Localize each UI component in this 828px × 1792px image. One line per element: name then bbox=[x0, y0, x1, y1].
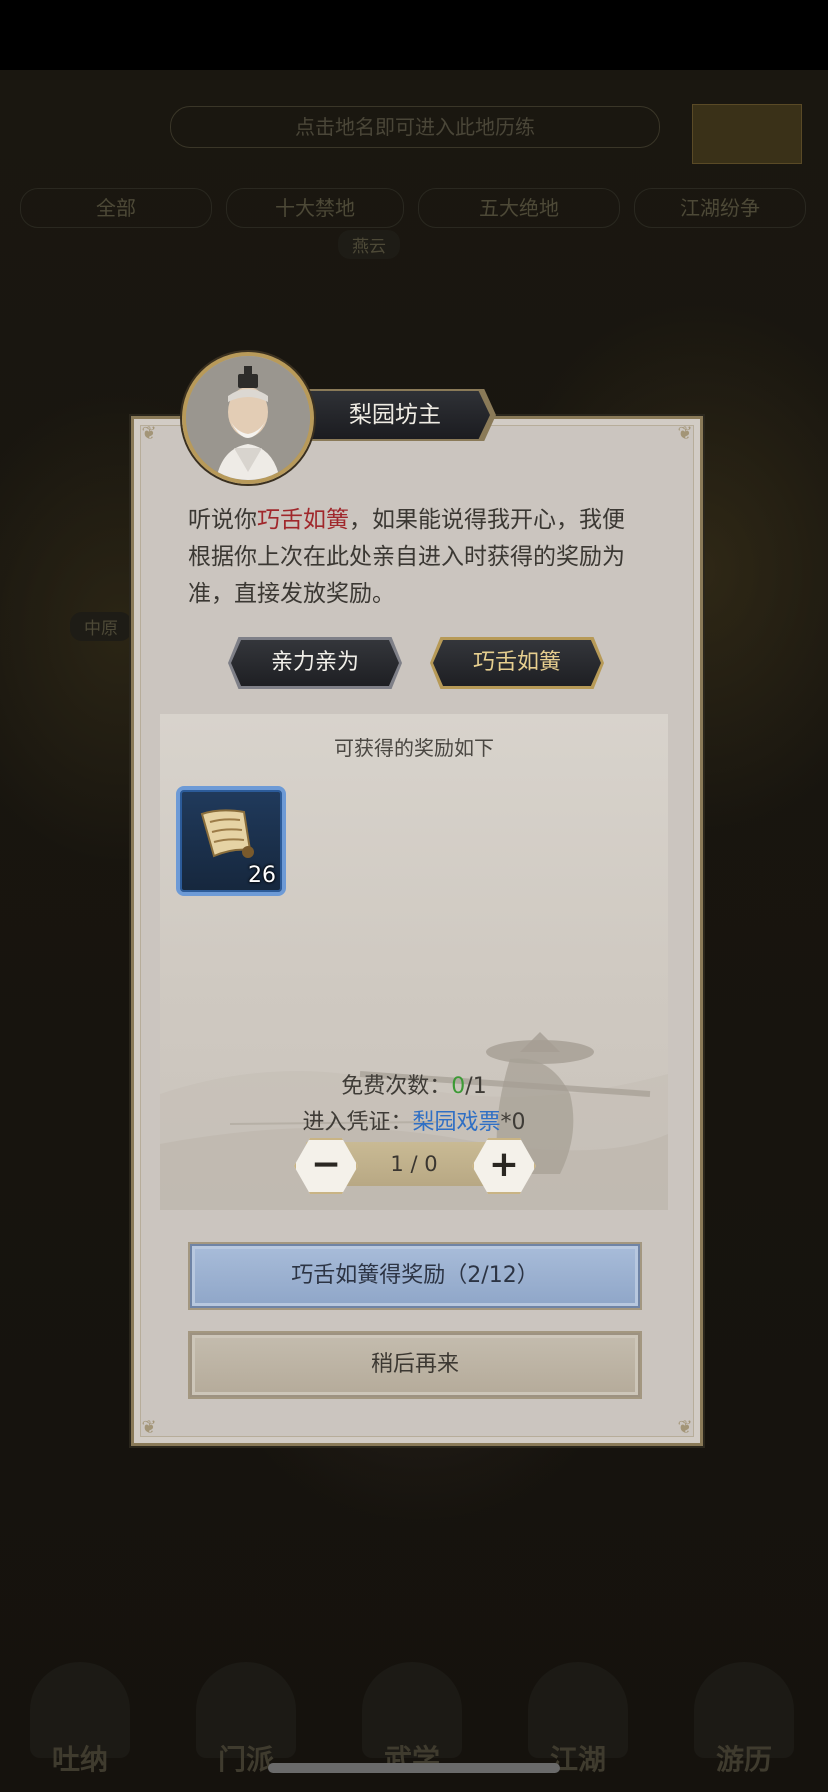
reward-panel: 可获得的奖励如下 26 免费次数：0/1 进入凭证：梨园戏票*0 1 / 0 −… bbox=[160, 714, 668, 1210]
status-bar bbox=[0, 0, 828, 70]
mode-button-label: 巧舌如簧 bbox=[472, 650, 561, 675]
tab-all-label: 全部 bbox=[96, 196, 136, 220]
nav-youli[interactable]: 游历 bbox=[684, 1662, 804, 1782]
npc-portrait-icon bbox=[186, 356, 310, 480]
corner-ornament-icon: ❦ bbox=[141, 423, 157, 444]
map-scroll-button[interactable] bbox=[692, 104, 802, 164]
claim-reward-button[interactable]: 巧舌如簧得奖励（2/12） bbox=[190, 1244, 640, 1308]
nav-label: 游历 bbox=[715, 1743, 772, 1776]
npc-name: 梨园坊主 bbox=[349, 402, 441, 428]
entry-ticket-count: *0 bbox=[500, 1110, 526, 1135]
entry-ticket-name[interactable]: 梨园戏票 bbox=[413, 1110, 501, 1135]
map-location-label: 燕云 bbox=[352, 237, 386, 257]
corner-ornament-icon: ❦ bbox=[677, 1417, 693, 1438]
desc-highlight: 巧舌如簧 bbox=[257, 507, 349, 533]
map-location-label: 中原 bbox=[84, 619, 118, 639]
later-button[interactable]: 稍后再来 bbox=[190, 1333, 640, 1397]
map-hint-text: 点击地名即可进入此地历练 bbox=[295, 115, 535, 139]
dialog-description: 听说你巧舌如簧，如果能说得我开心，我便根据你上次在此处亲自进入时获得的奖励为准，… bbox=[188, 502, 640, 613]
nav-tuna[interactable]: 吐纳 bbox=[20, 1662, 140, 1782]
free-attempts-used: 0 bbox=[451, 1074, 466, 1099]
desc-text-prefix: 听说你 bbox=[188, 507, 257, 533]
reward-item-count: 26 bbox=[248, 863, 276, 888]
entry-ticket-label: 进入凭证： bbox=[302, 1110, 413, 1135]
npc-avatar bbox=[182, 352, 314, 484]
entry-ticket-line: 进入凭证：梨园戏票*0 bbox=[160, 1104, 668, 1136]
mode-button-personal[interactable]: 亲力亲为 bbox=[231, 640, 399, 686]
tab-jianghu[interactable]: 江湖纷争 bbox=[634, 188, 806, 228]
minus-icon: − bbox=[310, 1144, 342, 1185]
claim-reward-label: 巧舌如簧得奖励（2/12） bbox=[291, 1263, 539, 1288]
nav-label: 吐纳 bbox=[51, 1743, 108, 1776]
tab-forbidden-label: 十大禁地 bbox=[275, 196, 355, 220]
later-label: 稍后再来 bbox=[370, 1352, 459, 1377]
mode-button-label: 亲力亲为 bbox=[270, 650, 359, 675]
tab-all[interactable]: 全部 bbox=[20, 188, 212, 228]
reward-item-slot[interactable]: 26 bbox=[176, 786, 286, 896]
mode-button-persuade[interactable]: 巧舌如簧 bbox=[433, 640, 601, 686]
free-attempts-line: 免费次数：0/1 bbox=[160, 1068, 668, 1100]
reward-title: 可获得的奖励如下 bbox=[334, 736, 494, 760]
map-hint-bar: 点击地名即可进入此地历练 bbox=[170, 106, 660, 148]
map-location-yanyun[interactable]: 燕云 bbox=[338, 230, 400, 259]
corner-ornament-icon: ❦ bbox=[141, 1417, 157, 1438]
home-indicator[interactable] bbox=[268, 1763, 560, 1773]
free-attempts-total: /1 bbox=[465, 1074, 487, 1099]
tab-jianghu-label: 江湖纷争 bbox=[680, 196, 760, 220]
map-location-zhongyuan[interactable]: 中原 bbox=[70, 612, 132, 641]
plus-icon: + bbox=[488, 1144, 520, 1185]
free-attempts-label: 免费次数： bbox=[341, 1074, 452, 1099]
tab-deadly-label: 五大绝地 bbox=[479, 196, 559, 220]
tab-deadly[interactable]: 五大绝地 bbox=[418, 188, 620, 228]
npc-name-plate: 梨园坊主 bbox=[300, 391, 490, 439]
tab-forbidden[interactable]: 十大禁地 bbox=[226, 188, 404, 228]
corner-ornament-icon: ❦ bbox=[677, 423, 693, 444]
